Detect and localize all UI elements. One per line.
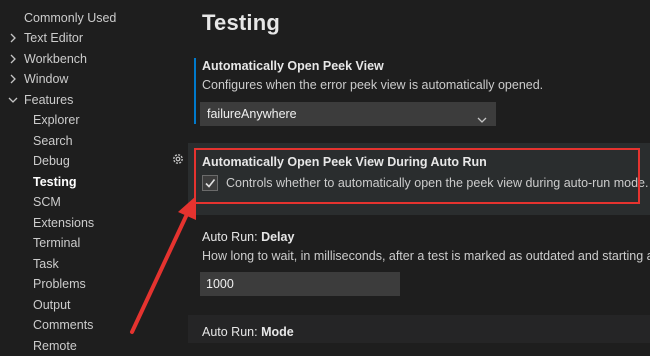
tree-item-debug[interactable]: Debug <box>33 151 70 171</box>
setting-auto-run-mode: Auto Run: Mode <box>190 322 650 343</box>
modified-indicator <box>194 58 196 124</box>
tree-item-extensions[interactable]: Extensions <box>33 213 94 233</box>
tree-item-text-editor[interactable]: Text Editor <box>0 28 170 48</box>
chevron-right-icon <box>9 49 19 69</box>
setting-description: Configures when the error peek view is a… <box>202 78 544 92</box>
setting-title: Auto Run: Mode <box>202 325 294 339</box>
page-title: Testing <box>202 10 280 35</box>
tree-item-remote[interactable]: Remote <box>33 336 77 356</box>
tree-item-commonly-used[interactable]: Commonly Used <box>0 8 170 28</box>
tree-item-terminal[interactable]: Terminal <box>33 233 80 253</box>
setting-title: Auto Run: Delay <box>202 230 294 244</box>
chevron-down-icon <box>477 109 487 131</box>
setting-name: Delay <box>261 230 295 244</box>
tree-item-comments[interactable]: Comments <box>33 315 93 335</box>
setting-auto-run-delay: Auto Run: Delay How long to wait, in mil… <box>190 228 650 300</box>
tree-item-label: SCM <box>33 195 61 209</box>
setting-description: How long to wait, in milliseconds, after… <box>202 249 650 263</box>
tree-item-label: Explorer <box>33 113 80 127</box>
tree-item-task[interactable]: Task <box>33 254 59 274</box>
chevron-right-icon <box>9 28 19 48</box>
tree-item-scm[interactable]: SCM <box>33 192 61 212</box>
tree-item-label: Text Editor <box>24 31 84 45</box>
setting-open-peek-view: Automatically Open Peek View Configures … <box>190 56 650 126</box>
settings-tree: Commonly Used Text Editor Workbench Wind… <box>0 0 170 353</box>
tree-item-label: Search <box>33 134 73 148</box>
gear-icon[interactable] <box>171 152 185 166</box>
tree-item-features[interactable]: Features <box>0 90 170 110</box>
tree-item-label: Terminal <box>33 236 81 250</box>
auto-run-delay-input[interactable]: 1000 <box>200 272 400 296</box>
tree-item-label: Window <box>24 72 69 86</box>
tree-item-explorer[interactable]: Explorer <box>33 110 80 130</box>
tree-item-label: Output <box>33 298 71 312</box>
open-peek-view-select[interactable]: failureAnywhere <box>200 102 496 126</box>
chevron-down-icon <box>8 90 18 110</box>
tree-item-label: Problems <box>33 277 86 291</box>
setting-category: Auto Run: <box>202 325 262 339</box>
tree-item-label: Comments <box>33 318 94 332</box>
tree-item-label: Commonly Used <box>24 11 117 25</box>
chevron-right-icon <box>9 69 19 89</box>
tree-item-label: Workbench <box>24 52 87 66</box>
tree-item-label: Task <box>33 257 59 271</box>
tree-item-window[interactable]: Window <box>0 69 170 89</box>
setting-name: Mode <box>261 325 294 339</box>
tree-item-label: Features <box>24 93 74 107</box>
setting-category: Auto Run: <box>202 230 262 244</box>
tree-item-output[interactable]: Output <box>33 295 71 315</box>
annotation-highlight-box <box>194 148 640 204</box>
tree-item-workbench[interactable]: Workbench <box>0 49 170 69</box>
tree-item-label: Remote <box>33 339 77 353</box>
select-value: failureAnywhere <box>207 107 297 121</box>
tree-item-problems[interactable]: Problems <box>33 274 86 294</box>
tree-item-label: Extensions <box>33 216 95 230</box>
tree-item-label: Testing <box>33 175 77 189</box>
tree-item-testing[interactable]: Testing <box>33 172 77 192</box>
tree-item-search[interactable]: Search <box>33 131 73 151</box>
setting-title: Automatically Open Peek View <box>202 59 384 73</box>
tree-item-label: Debug <box>33 154 70 168</box>
